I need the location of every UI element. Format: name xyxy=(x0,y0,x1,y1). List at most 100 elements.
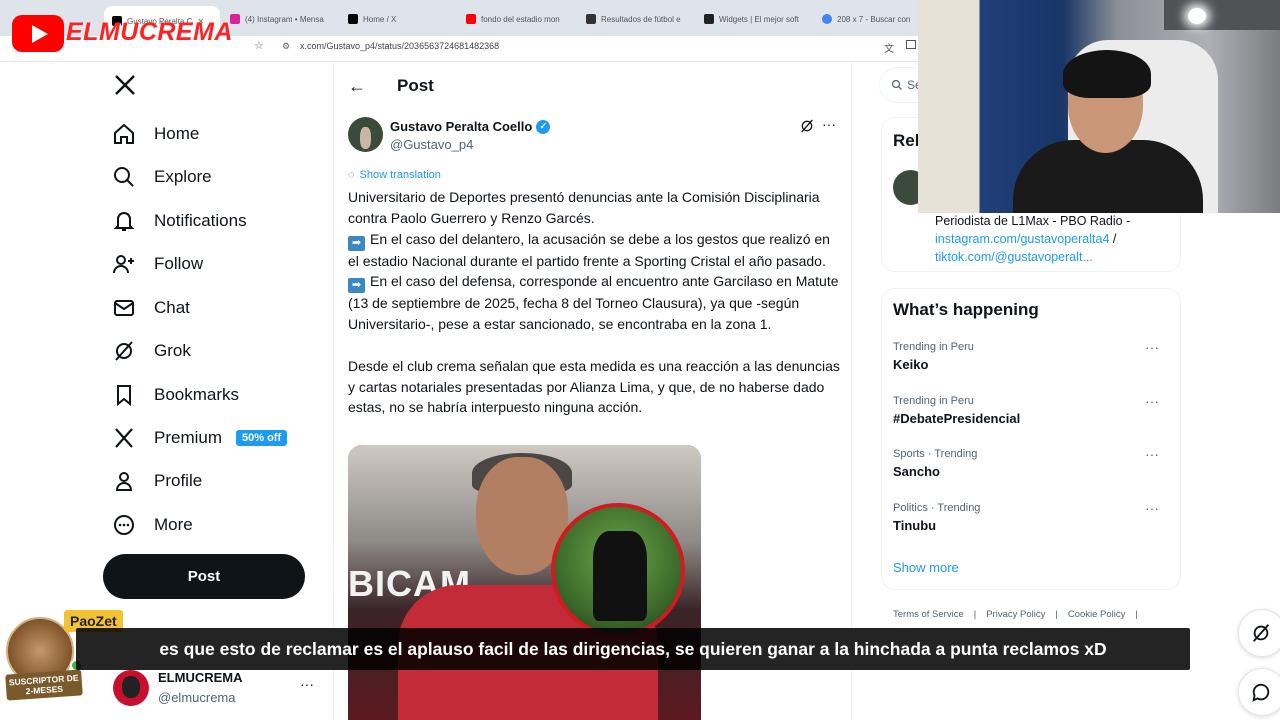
grok-icon xyxy=(1252,624,1270,642)
right-arrow-emoji-icon: ➡ xyxy=(348,278,365,294)
footer-links: Terms of Service | Privacy Policy | Cook… xyxy=(893,609,1138,620)
webcam-person-hair xyxy=(1063,50,1151,98)
translate-icon[interactable]: 文 xyxy=(884,40,894,55)
nav-label: Premium xyxy=(154,428,223,447)
bio-separator: / xyxy=(1109,232,1117,246)
tweet-paragraph: Universitario de Deportes presentó denun… xyxy=(348,189,820,226)
trend-more-icon[interactable]: ··· xyxy=(1145,446,1159,462)
avatar[interactable] xyxy=(113,670,149,706)
nav-item-grok[interactable]: Grok xyxy=(112,335,191,367)
home-icon xyxy=(114,123,134,144)
screenshot-icon[interactable] xyxy=(906,40,916,49)
nav-item-explore[interactable]: Explore xyxy=(112,161,212,193)
x-logo-icon[interactable] xyxy=(113,73,137,102)
privacy-link[interactable]: Privacy Policy xyxy=(986,609,1045,620)
grok-float-button[interactable] xyxy=(1238,609,1280,657)
bio-link-instagram[interactable]: instagram.com/gustavoperalta4 xyxy=(935,232,1109,246)
x-icon xyxy=(115,428,133,448)
x-favicon-icon xyxy=(348,14,358,24)
bio-text: Periodista de L1Max - PBO Radio - xyxy=(935,214,1131,228)
browser-tab[interactable]: fondo del estadio mon xyxy=(466,8,576,30)
page-title: Post xyxy=(397,76,434,95)
grok-icon xyxy=(115,341,133,361)
google-favicon-icon xyxy=(822,14,832,24)
profile-bio: Periodista de L1Max - PBO Radio - instag… xyxy=(935,212,1175,266)
show-more-link[interactable]: Show more xyxy=(893,560,959,575)
bookmark-star-icon[interactable]: ☆ xyxy=(254,39,264,52)
tweet-paragraph: Desde el club crema señalan que esta med… xyxy=(348,357,840,416)
site-info-icon[interactable]: ⚙ xyxy=(282,41,290,52)
show-translation-link[interactable]: ◌ Show translation xyxy=(348,169,441,181)
chat-username: PaoZet xyxy=(70,613,117,629)
trend-name: Tinubu xyxy=(893,518,937,533)
tweet-paragraph: En el caso del defensa, corresponde al e… xyxy=(348,273,839,333)
nav-label: More xyxy=(154,515,193,534)
nav-label: Explore xyxy=(154,167,212,186)
webcam-light xyxy=(1188,8,1206,24)
trend-item[interactable]: Trending in Peru Keiko ··· xyxy=(893,339,1173,372)
tab-label: fondo del estadio mon xyxy=(481,14,560,24)
trend-item[interactable]: Politics · Trending Tinubu ··· xyxy=(893,500,1173,533)
trend-more-icon[interactable]: ··· xyxy=(1145,500,1159,516)
whats-happening-title: What’s happening xyxy=(893,300,1039,319)
envelope-icon xyxy=(114,300,134,316)
chat-bubble-icon xyxy=(1252,683,1270,702)
search-icon xyxy=(114,167,134,187)
browser-tab[interactable]: Widgets | El mejor soft xyxy=(704,8,814,30)
nav-item-notifications[interactable]: Notifications xyxy=(112,205,247,237)
nav-item-bookmarks[interactable]: Bookmarks xyxy=(112,379,239,411)
whats-happening-card xyxy=(881,288,1181,590)
verified-badge-icon: ✓ xyxy=(536,119,551,134)
browser-tab[interactable]: 208 x 7 - Buscar con xyxy=(822,8,918,30)
bio-link-tiktok[interactable]: tiktok.com/@gustavoperalt... xyxy=(935,250,1093,264)
trend-item[interactable]: Sports · Trending Sancho ··· xyxy=(893,446,1173,479)
trend-meta: Politics · Trending xyxy=(893,502,981,514)
translate-globe-icon: ◌ xyxy=(348,169,355,181)
webcam-overlay xyxy=(918,0,1280,213)
nav-item-follow[interactable]: Follow xyxy=(112,248,203,280)
author-handle[interactable]: @Gustavo_p4 xyxy=(390,137,473,152)
nav-item-more[interactable]: More xyxy=(112,509,193,541)
person-icon xyxy=(115,472,133,491)
nav-label: Grok xyxy=(154,341,191,360)
grok-explain-icon[interactable] xyxy=(799,118,815,139)
nav-item-home[interactable]: Home xyxy=(112,118,199,150)
nav-item-premium[interactable]: Premium 50% off xyxy=(112,422,288,454)
account-handle: @elmucrema xyxy=(158,690,236,705)
cookie-link[interactable]: Cookie Policy xyxy=(1068,609,1126,620)
post-image[interactable]: BICAM xyxy=(348,445,701,720)
chat-message-overlay: es que esto de reclamar es el aplauso fa… xyxy=(76,628,1190,670)
nav-item-chat[interactable]: Chat xyxy=(112,292,190,324)
account-more-icon[interactable]: ··· xyxy=(300,676,314,692)
back-arrow-icon[interactable]: ← xyxy=(348,76,366,97)
messages-float-button[interactable] xyxy=(1238,668,1280,716)
trend-more-icon[interactable]: ··· xyxy=(1145,339,1159,355)
bell-icon xyxy=(113,212,135,231)
post-more-icon[interactable]: ··· xyxy=(822,116,836,132)
search-icon xyxy=(891,78,903,96)
trend-meta: Trending in Peru xyxy=(893,395,974,407)
bookmark-icon xyxy=(117,385,131,407)
trend-meta: Trending in Peru xyxy=(893,341,974,353)
author-avatar[interactable] xyxy=(348,117,383,152)
trend-more-icon[interactable]: ··· xyxy=(1145,393,1159,409)
show-translation-label: Show translation xyxy=(359,169,441,181)
webcam-lamp xyxy=(1164,0,1280,30)
nav-item-profile[interactable]: Profile xyxy=(112,465,202,497)
more-circle-icon xyxy=(114,515,134,535)
trend-item[interactable]: Trending in Peru #DebatePresidencial ··· xyxy=(893,393,1173,426)
url-text[interactable]: x.com/Gustavo_p4/status/2036563724681482… xyxy=(300,41,499,51)
compose-post-button[interactable]: Post xyxy=(103,554,305,599)
browser-tab[interactable]: (4) Instagram • Mensa xyxy=(230,8,340,30)
tweet-text: Universitario de Deportes presentó denun… xyxy=(348,187,843,418)
terms-link[interactable]: Terms of Service xyxy=(893,609,964,620)
tab-label: Widgets | El mejor soft xyxy=(719,14,799,24)
site-favicon-icon xyxy=(586,14,596,24)
trend-name: Keiko xyxy=(893,357,929,372)
browser-tab[interactable]: Resultados de fútbol e xyxy=(586,8,696,30)
author-name[interactable]: Gustavo Peralta Coello ✓ xyxy=(390,119,551,134)
browser-tab[interactable]: Home / X xyxy=(348,8,458,30)
relevant-people-title: Rel xyxy=(893,131,920,150)
subscriber-badge: SUSCRIPTOR DE 2-MESES xyxy=(5,669,83,701)
footer-separator: | xyxy=(1055,609,1058,620)
